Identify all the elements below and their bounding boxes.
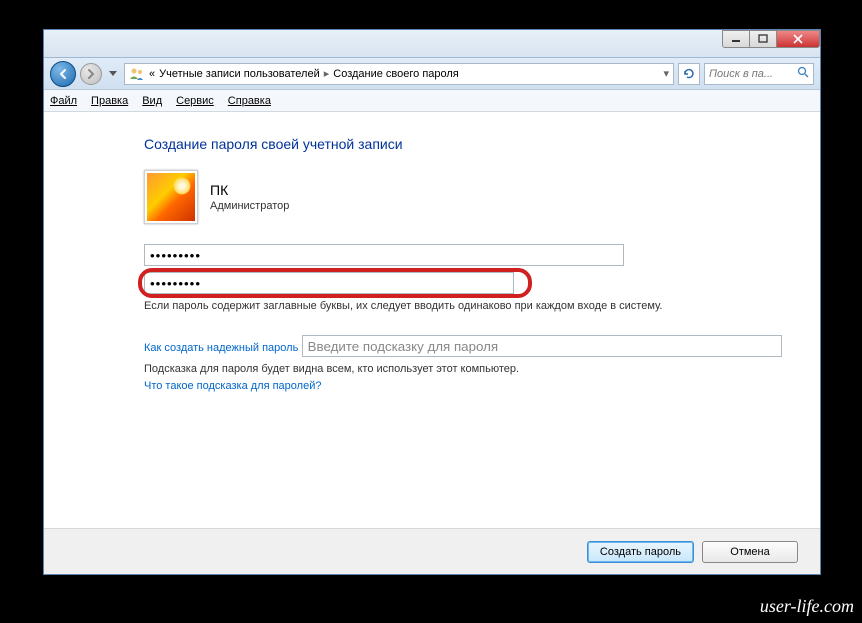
breadcrumb-prefix: « — [149, 68, 155, 80]
search-box[interactable] — [704, 63, 814, 85]
breadcrumb-item-accounts[interactable]: Учетные записи пользователей — [159, 68, 320, 80]
address-bar: « Учетные записи пользователей ▸ Создани… — [44, 58, 820, 90]
breadcrumb-separator-icon: ▸ — [324, 67, 330, 80]
strong-password-link[interactable]: Как создать надежный пароль — [144, 342, 298, 354]
watermark: user-life.com — [760, 596, 854, 617]
nav-forward-button[interactable] — [80, 63, 102, 85]
menu-file[interactable]: Файл — [50, 95, 77, 107]
new-password-input[interactable] — [144, 244, 624, 266]
confirm-password-input[interactable] — [144, 272, 514, 294]
confirm-password-wrapper — [144, 272, 526, 294]
menu-tools[interactable]: Сервис — [176, 95, 214, 107]
case-sensitivity-note: Если пароль содержит заглавные буквы, их… — [144, 300, 820, 312]
maximize-button[interactable] — [749, 30, 777, 48]
menubar: Файл Правка Вид Сервис Справка — [44, 90, 820, 112]
breadcrumb-dropdown-icon[interactable]: ▾ — [663, 67, 669, 80]
breadcrumb[interactable]: « Учетные записи пользователей ▸ Создани… — [124, 63, 674, 85]
hint-visibility-note: Подсказка для пароля будет видна всем, к… — [144, 363, 820, 375]
control-panel-window: « Учетные записи пользователей ▸ Создани… — [43, 29, 821, 575]
account-name: ПК — [210, 182, 289, 198]
search-input[interactable] — [709, 68, 797, 80]
titlebar — [44, 30, 820, 58]
password-hint-help-link[interactable]: Что такое подсказка для паролей? — [144, 380, 321, 392]
avatar-image — [147, 173, 195, 221]
nav-history-dropdown[interactable] — [106, 65, 120, 83]
refresh-button[interactable] — [678, 63, 700, 85]
menu-view[interactable]: Вид — [142, 95, 162, 107]
page-title: Создание пароля своей учетной записи — [144, 136, 820, 152]
menu-edit[interactable]: Правка — [91, 95, 128, 107]
avatar — [144, 170, 198, 224]
close-button[interactable] — [776, 30, 820, 48]
nav-back-button[interactable] — [50, 61, 76, 87]
window-controls — [723, 30, 820, 48]
account-role: Администратор — [210, 200, 289, 212]
menu-help[interactable]: Справка — [228, 95, 271, 107]
content-area: Создание пароля своей учетной записи ПК … — [44, 112, 820, 528]
password-hint-input[interactable] — [302, 335, 782, 357]
user-info-block: ПК Администратор — [144, 170, 820, 224]
cancel-button[interactable]: Отмена — [702, 541, 798, 563]
breadcrumb-item-create-password[interactable]: Создание своего пароля — [333, 68, 459, 80]
button-bar: Создать пароль Отмена — [44, 528, 820, 574]
search-icon — [797, 66, 809, 81]
user-accounts-icon — [129, 66, 145, 82]
create-password-button[interactable]: Создать пароль — [587, 541, 694, 563]
minimize-button[interactable] — [722, 30, 750, 48]
